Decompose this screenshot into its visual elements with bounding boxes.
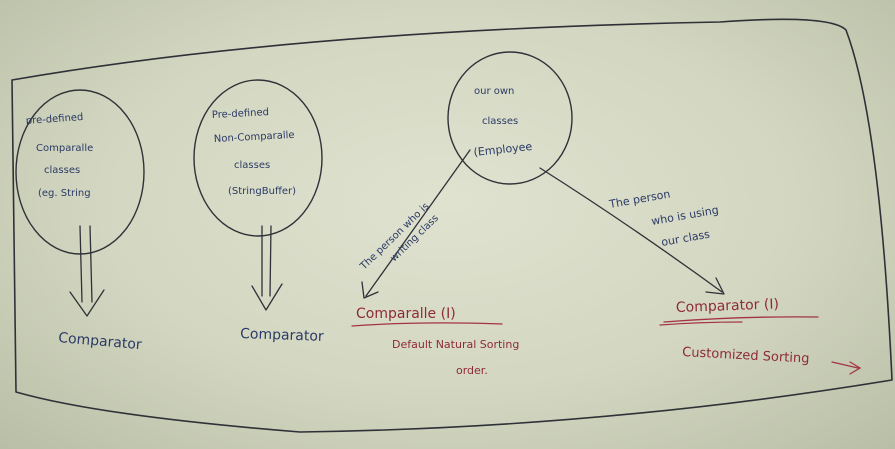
whiteboard: pre-defined Comparalle classes (eg. Stri… xyxy=(0,0,895,449)
comparator-desc: Customized Sorting xyxy=(682,345,810,367)
comparable-interface-label: Comparalle (I) xyxy=(356,306,456,322)
node-1-line-2: Comparalle xyxy=(36,143,93,154)
edge-using-line-1: The person xyxy=(607,187,671,211)
double-arrow-left xyxy=(69,225,105,317)
node-2-line-3: classes xyxy=(234,160,270,171)
underline-customized xyxy=(659,321,743,326)
edge-using-line-2: who is using xyxy=(650,203,719,228)
node-3-line-2: classes xyxy=(482,116,518,127)
comparator-left-label: Comparator xyxy=(58,330,143,353)
comparable-desc-line-1: Default Natural Sorting xyxy=(392,338,519,351)
double-arrow-middle xyxy=(251,225,283,311)
comparator-interface-label: Comparator (I) xyxy=(676,296,780,316)
circle-predefined-non-comparable xyxy=(193,79,323,237)
node-2-line-2: Non-Comparalle xyxy=(214,130,295,145)
arrow-to-comparable xyxy=(361,149,471,299)
edge-using-line-3: our class xyxy=(660,228,711,249)
node-1-line-4: (eg. String xyxy=(38,188,91,199)
underline-comparator xyxy=(663,316,819,323)
comparator-middle-label: Comparator xyxy=(240,326,324,345)
underline-comparable xyxy=(351,322,503,327)
diagram-canvas: pre-defined Comparalle classes (eg. Stri… xyxy=(11,18,893,433)
node-3-line-3: (Employee xyxy=(473,140,533,159)
outer-frame xyxy=(11,18,893,433)
node-2-line-1: Pre-defined xyxy=(212,107,270,121)
node-3-line-1: our own xyxy=(474,86,514,97)
comparable-desc-line-2: order. xyxy=(456,364,488,377)
node-2-line-4: (StringBuffer) xyxy=(228,186,296,197)
customized-arrow xyxy=(831,361,862,375)
node-1-line-3: classes xyxy=(44,165,80,176)
